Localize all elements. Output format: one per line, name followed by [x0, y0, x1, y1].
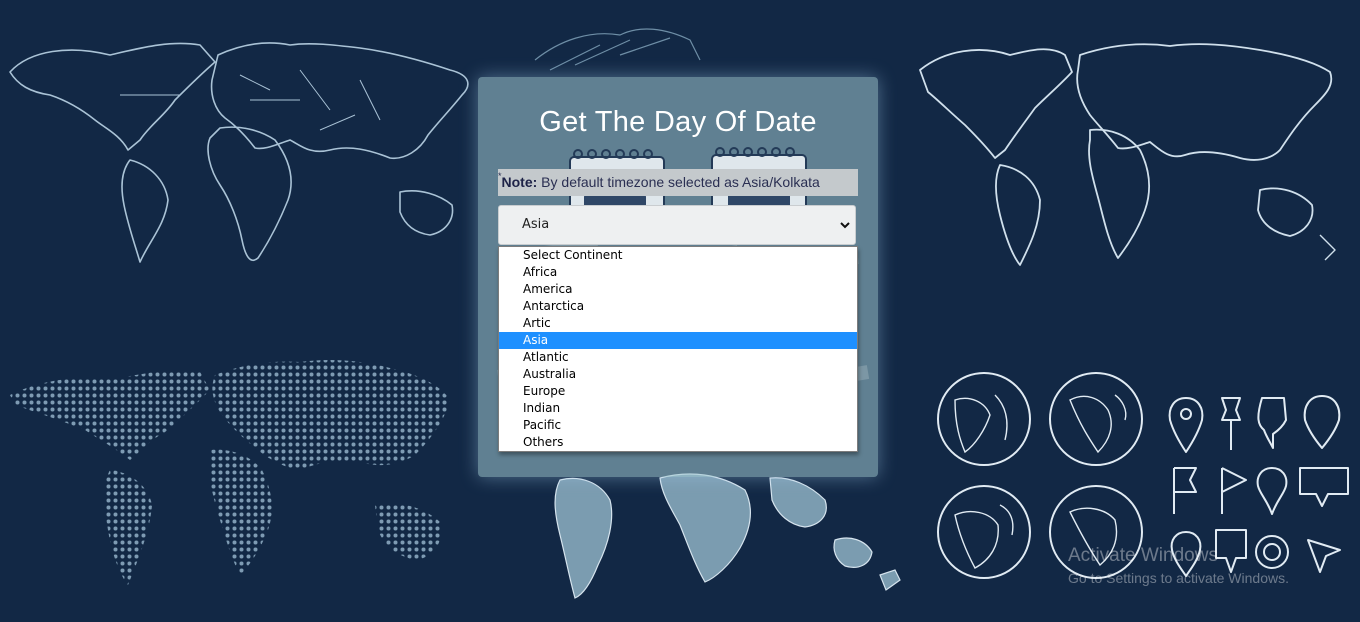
option-australia[interactable]: Australia	[499, 366, 857, 383]
option-atlantic[interactable]: Atlantic	[499, 349, 857, 366]
chevron-down-icon	[840, 222, 850, 229]
option-select-continent[interactable]: Select Continent	[499, 247, 857, 264]
sketch-map-top	[534, 28, 701, 71]
note-label: Note:	[501, 174, 538, 190]
world-map-outline-right	[919, 43, 1336, 266]
world-map-dotted	[10, 360, 450, 585]
note-text: By default timezone selected as Asia/Kol…	[537, 174, 820, 190]
watermark-subtitle: Go to Settings to activate Windows.	[1068, 570, 1289, 586]
continent-select-value: Asia	[522, 217, 550, 232]
option-indian[interactable]: Indian	[499, 400, 857, 417]
option-artic[interactable]: Artic	[499, 315, 857, 332]
world-map-bottom-center	[554, 473, 901, 599]
activate-windows-watermark: Activate Windows Go to Settings to activ…	[1068, 544, 1289, 588]
option-europe[interactable]: Europe	[499, 383, 857, 400]
option-africa[interactable]: Africa	[499, 264, 857, 281]
option-antarctica[interactable]: Antarctica	[499, 298, 857, 315]
continent-dropdown-list[interactable]: Select Continent Africa America Antarcti…	[498, 246, 858, 452]
option-others[interactable]: Others	[499, 434, 857, 451]
world-map-outline-left	[9, 42, 469, 263]
watermark-title: Activate Windows	[1068, 545, 1218, 566]
timezone-note: *Note: By default timezone selected as A…	[498, 169, 858, 196]
option-pacific[interactable]: Pacific	[499, 417, 857, 434]
option-america[interactable]: America	[499, 281, 857, 298]
page-title: Get The Day Of Date	[539, 106, 817, 138]
option-asia[interactable]: Asia	[499, 332, 857, 349]
continent-select[interactable]: Asia	[498, 205, 856, 245]
